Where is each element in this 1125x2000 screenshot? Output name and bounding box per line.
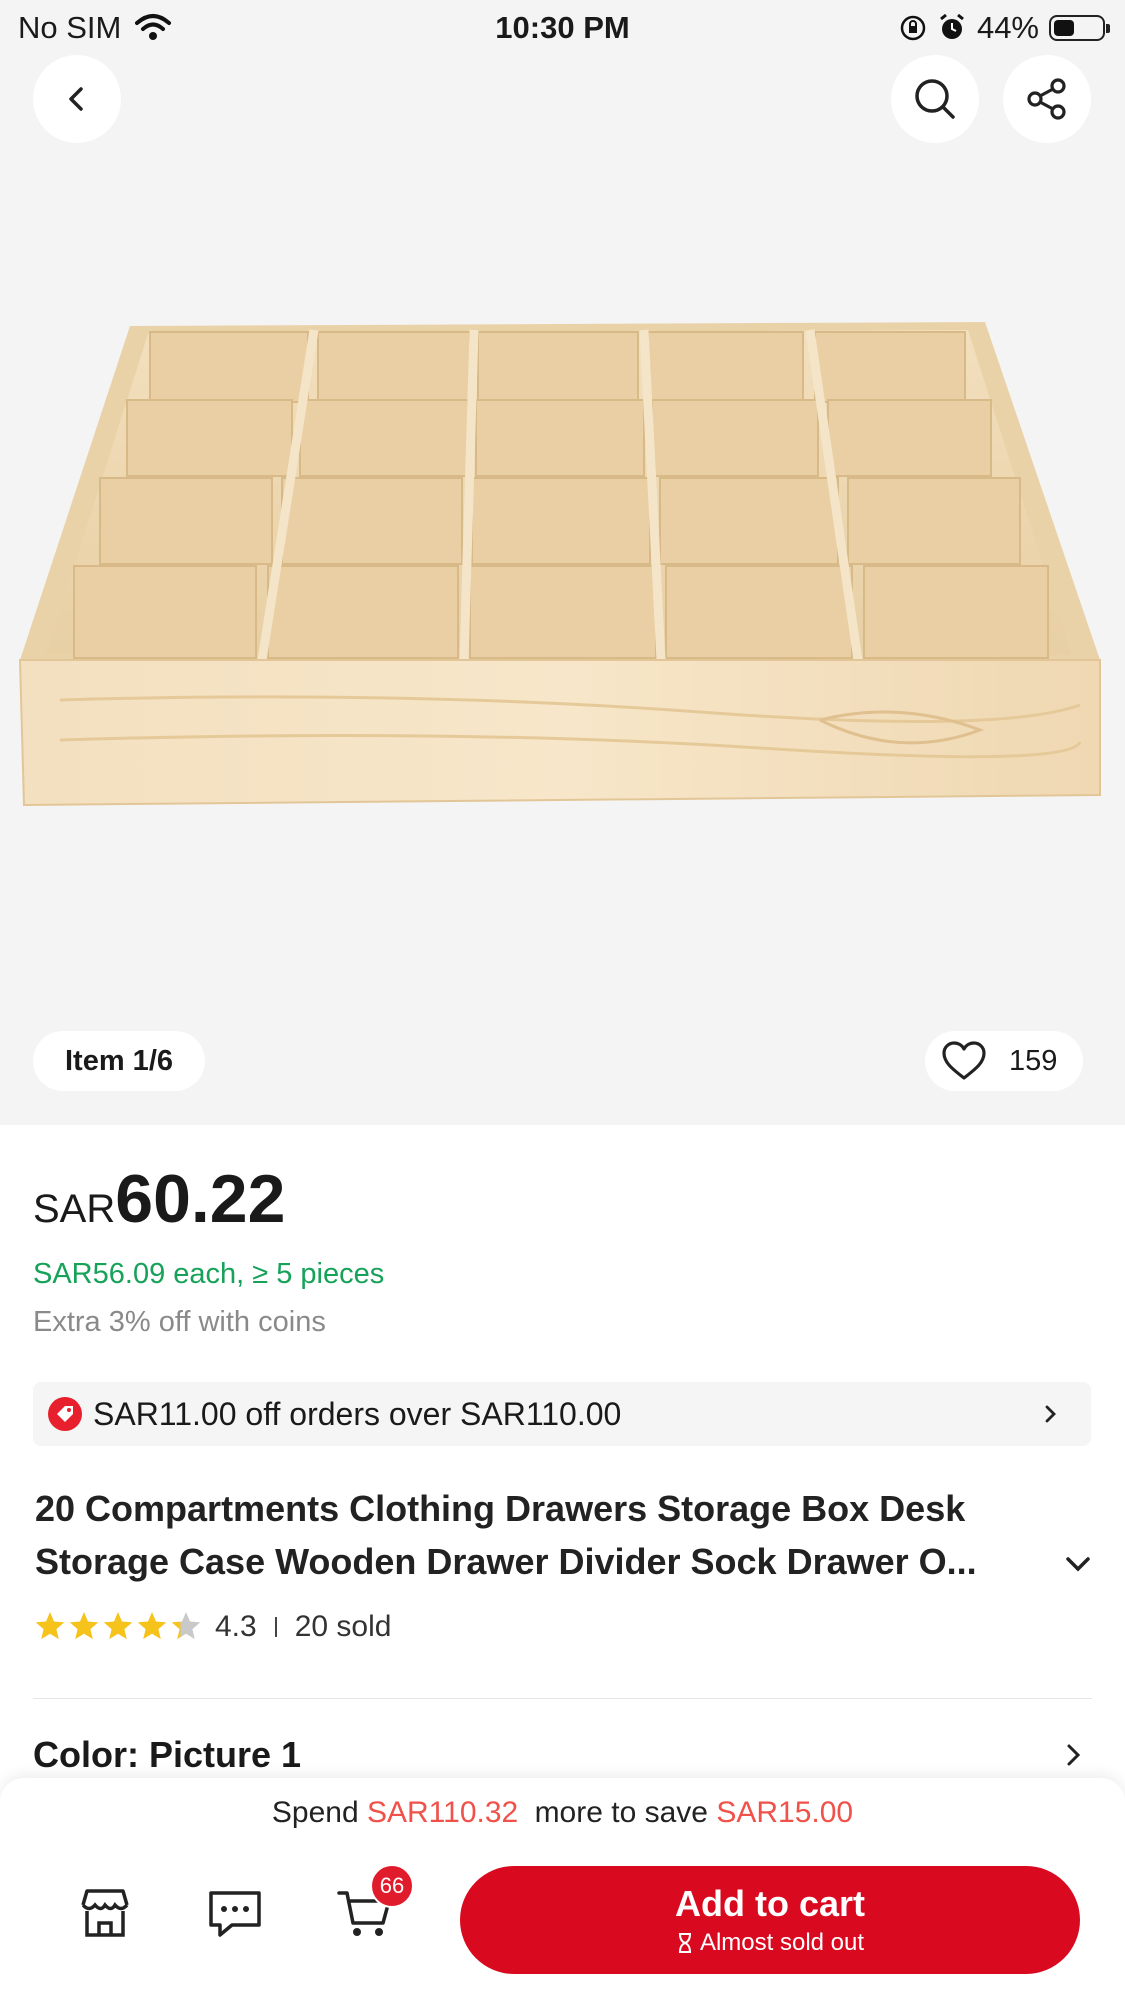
rating-star xyxy=(35,1612,65,1640)
product-title-line-1: 20 Compartments Clothing Drawers Storage… xyxy=(35,1488,966,1529)
store-icon xyxy=(81,1889,129,1937)
product-image xyxy=(18,322,1101,807)
product-title[interactable]: 20 Compartments Clothing Drawers Storage… xyxy=(35,1482,1065,1588)
divider xyxy=(33,1698,1092,1699)
search-icon xyxy=(915,79,955,119)
battery-level xyxy=(1054,20,1074,36)
chevron-right-icon xyxy=(1067,1744,1081,1766)
expand-title-icon[interactable] xyxy=(1062,1548,1094,1580)
chevron-right-icon xyxy=(1045,1405,1056,1423)
search-button[interactable] xyxy=(891,55,979,143)
coupon-text: SAR11.00 off orders over SAR110.00 xyxy=(93,1395,622,1432)
add-to-cart-button[interactable]: Add to cart Almost sold out xyxy=(460,1866,1080,1974)
chat-icon xyxy=(209,1891,261,1937)
product-title-line-2: Storage Case Wooden Drawer Divider Sock … xyxy=(35,1541,977,1582)
save-amount: SAR15.00 xyxy=(716,1796,854,1829)
spend-amount: SAR110.32 xyxy=(367,1796,519,1829)
battery-percent: 44% xyxy=(976,10,1039,45)
stock-note: Almost sold out xyxy=(676,1929,864,1957)
add-to-cart-label: Add to cart xyxy=(674,1883,865,1924)
color-selector[interactable]: Color: Picture 1 xyxy=(33,1734,1092,1776)
status-bar: No SIM 10:30 PM 44% xyxy=(0,0,1125,56)
color-label: Color: Picture 1 xyxy=(33,1734,302,1775)
chat-button[interactable] xyxy=(200,1878,270,1948)
spend-prefix: Spend xyxy=(271,1796,359,1829)
wishlist-button[interactable]: 159 xyxy=(925,1031,1084,1091)
price-currency: SAR xyxy=(33,1187,116,1231)
rating-star xyxy=(137,1612,167,1640)
store-button[interactable] xyxy=(70,1878,140,1948)
price-value: 60.22 xyxy=(115,1161,286,1237)
price: SAR 60.22 xyxy=(33,1160,285,1238)
spend-more-promo: Spend SAR110.32 more to save SAR15.00 xyxy=(0,1796,1125,1830)
coupon-tag-icon xyxy=(48,1397,82,1431)
heart-icon xyxy=(942,1041,986,1080)
coupon-banner[interactable]: SAR11.00 off orders over SAR110.00 xyxy=(33,1382,1091,1446)
chevron-left-icon xyxy=(69,87,83,111)
rating-star xyxy=(171,1612,201,1640)
cart-count-badge: 66 xyxy=(370,1864,414,1908)
rating-separator xyxy=(274,1617,277,1637)
rating-star xyxy=(103,1612,133,1640)
hourglass-icon xyxy=(678,1933,691,1953)
image-counter-label: Item 1/6 xyxy=(65,1044,173,1077)
back-button[interactable] xyxy=(33,55,121,143)
share-icon xyxy=(1027,78,1066,120)
bottom-action-bar: Spend SAR110.32 more to save SAR15.00 66… xyxy=(0,1778,1125,2000)
rating-stars xyxy=(35,1612,201,1640)
orientation-lock-icon xyxy=(900,15,926,41)
rating-value: 4.3 xyxy=(215,1610,257,1643)
rating-summary[interactable]: 4.3 20 sold xyxy=(33,1610,391,1644)
image-counter: Item 1/6 xyxy=(33,1031,205,1091)
rating-star xyxy=(69,1612,99,1640)
stock-note-text: Almost sold out xyxy=(699,1929,865,1956)
coins-note: Extra 3% off with coins xyxy=(33,1306,326,1338)
battery-icon xyxy=(1049,15,1110,41)
bulk-price: SAR56.09 each, ≥ 5 pieces xyxy=(33,1258,385,1290)
likes-count: 159 xyxy=(1009,1044,1058,1077)
product-gallery[interactable]: Item 1/6 159 xyxy=(0,0,1125,1125)
spend-middle: more to save xyxy=(534,1796,708,1829)
alarm-icon xyxy=(940,13,964,39)
sold-count: 20 sold xyxy=(294,1610,392,1643)
share-button[interactable] xyxy=(1003,55,1091,143)
